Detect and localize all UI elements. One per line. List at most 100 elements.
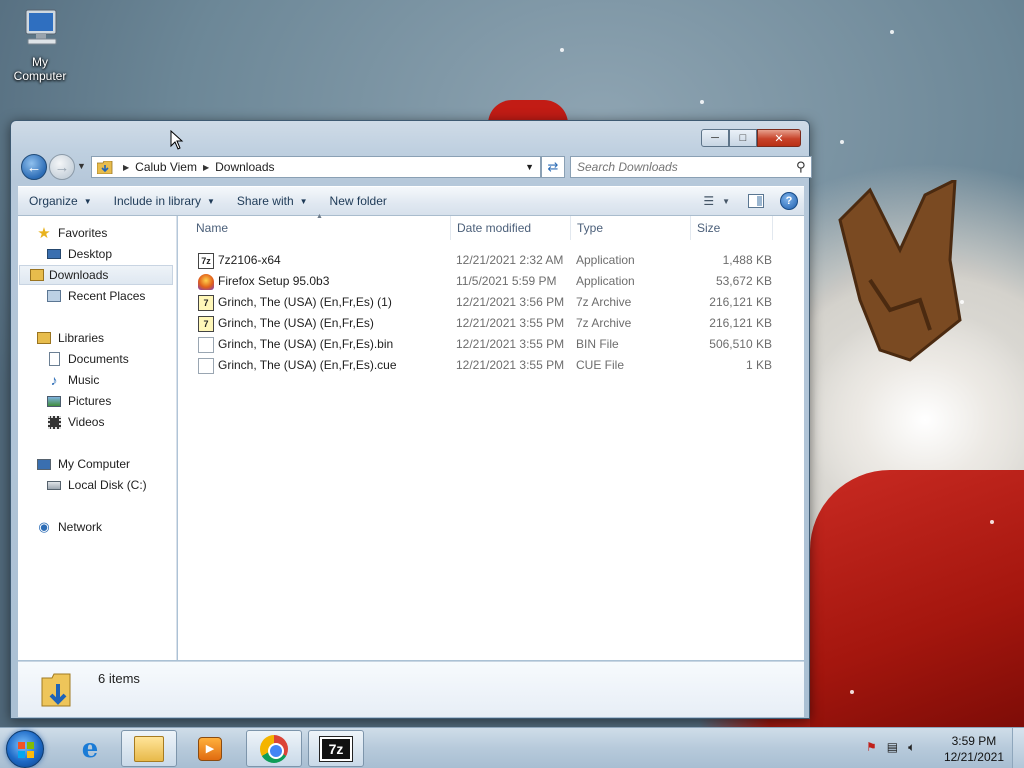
downloads-icon (29, 267, 45, 283)
include-in-library-button[interactable]: Include in library ▼ (103, 194, 226, 208)
refresh-button[interactable]: ⇄ (541, 156, 565, 178)
column-divider[interactable] (570, 216, 571, 240)
new-folder-button[interactable]: New folder (319, 194, 398, 208)
recent-pages-dropdown-icon[interactable]: ▼ (77, 161, 86, 171)
organize-button[interactable]: Organize ▼ (18, 194, 103, 208)
wallpaper-red-coat (810, 470, 1024, 730)
taskbar-media-player[interactable]: ▶ (182, 730, 238, 767)
help-icon[interactable]: ? (780, 192, 798, 210)
desktop-icon (46, 246, 62, 262)
column-type[interactable]: Type (577, 221, 603, 235)
action-center-flag-icon[interactable]: ⚑ (866, 740, 877, 755)
libraries-icon (36, 330, 52, 346)
forward-button[interactable]: → (49, 154, 75, 180)
taskbar-internet-explorer[interactable]: e (62, 730, 118, 767)
internet-explorer-icon: e (81, 733, 99, 764)
file-type: 7z Archive (576, 295, 632, 309)
file-row[interactable]: 7z 7z2106-x64 12/21/2021 2:32 AM Applica… (190, 249, 790, 270)
column-date-modified[interactable]: Date modified (457, 221, 531, 235)
clock[interactable]: 3:59 PM 12/21/2021 (944, 733, 1004, 765)
nav-pictures[interactable]: Pictures (46, 391, 111, 411)
snowflake (890, 30, 894, 34)
chevron-down-icon: ▼ (207, 196, 215, 206)
7z-archive-icon: 7 (198, 295, 214, 311)
item-count: 6 items (98, 671, 140, 686)
taskbar-windows-explorer[interactable] (121, 730, 177, 767)
back-button[interactable]: ← (21, 154, 47, 180)
change-view-button[interactable]: ☰ ▼ (703, 194, 730, 208)
file-row[interactable]: 7 Grinch, The (USA) (En,Fr,Es) (1) 12/21… (190, 291, 790, 312)
file-row[interactable]: Grinch, The (USA) (En,Fr,Es).bin 12/21/2… (190, 333, 790, 354)
windows-explorer-icon (134, 735, 164, 762)
file-date: 12/21/2021 3:55 PM (456, 358, 565, 372)
search-box: ⚲ (570, 156, 812, 178)
taskbar-chrome[interactable] (246, 730, 302, 767)
search-input[interactable] (577, 160, 792, 174)
breadcrumb-arrow-icon[interactable]: ▶ (203, 163, 209, 172)
breadcrumb-user[interactable]: Calub Viem (135, 160, 197, 174)
nav-favorites[interactable]: ★ Favorites (36, 223, 107, 243)
nav-local-disk[interactable]: Local Disk (C:) (46, 475, 147, 495)
column-size[interactable]: Size (697, 221, 720, 235)
nav-recent-places-label: Recent Places (68, 289, 146, 303)
caption-buttons: ─ □ ✕ (701, 129, 801, 147)
column-divider[interactable] (450, 216, 451, 240)
file-type: CUE File (576, 358, 625, 372)
taskbar-7zip[interactable]: 7z (308, 730, 364, 767)
firefox-setup-icon (198, 274, 214, 290)
nav-music[interactable]: ♪ Music (46, 370, 100, 390)
chevron-down-icon: ▼ (299, 196, 308, 206)
nav-documents[interactable]: Documents (46, 349, 129, 369)
desktop-my-computer[interactable]: My Computer (4, 6, 76, 83)
breadcrumb-arrow-icon[interactable]: ▶ (123, 163, 129, 172)
videos-icon (46, 414, 62, 430)
star-icon: ★ (37, 225, 51, 242)
chevron-down-icon: ▼ (83, 196, 92, 206)
nav-videos[interactable]: Videos (46, 412, 104, 432)
nav-network[interactable]: ◉ Network (36, 517, 102, 537)
column-divider[interactable] (690, 216, 691, 240)
network-tray-icon[interactable]: ▤ (887, 740, 898, 755)
chevron-down-icon: ▼ (722, 196, 730, 206)
show-desktop-button[interactable] (1012, 728, 1024, 768)
clock-date: 12/21/2021 (943, 750, 1004, 764)
nav-my-computer[interactable]: My Computer (36, 454, 130, 474)
file-size: 1 KB (745, 358, 772, 372)
clock-time: 3:59 PM (951, 734, 997, 748)
share-with-button[interactable]: Share with ▼ (226, 194, 319, 208)
include-in-library-label: Include in library (113, 194, 201, 208)
start-button[interactable] (6, 730, 44, 768)
file-row[interactable]: Grinch, The (USA) (En,Fr,Es).cue 12/21/2… (190, 354, 790, 375)
column-divider[interactable] (772, 216, 773, 240)
nav-libraries[interactable]: Libraries (36, 328, 104, 348)
address-dropdown-icon[interactable]: ▼ (525, 162, 534, 172)
nav-desktop[interactable]: Desktop (46, 244, 112, 264)
breadcrumb-downloads[interactable]: Downloads (215, 160, 274, 174)
nav-recent-places[interactable]: Recent Places (46, 286, 145, 306)
view-details-icon: ☰ (703, 194, 715, 208)
close-button[interactable]: ✕ (757, 129, 801, 147)
file-size: 53,672 KB (715, 274, 772, 288)
volume-icon[interactable]: 🔈︎ (908, 740, 915, 755)
7zip-icon: 7z (319, 735, 353, 762)
file-row[interactable]: 7 Grinch, The (USA) (En,Fr,Es) 12/21/202… (190, 312, 790, 333)
minimize-button[interactable]: ─ (701, 129, 729, 147)
snowflake (560, 48, 564, 52)
nav-downloads[interactable]: Downloads (19, 265, 173, 285)
preview-pane-icon[interactable] (748, 194, 764, 208)
file-date: 12/21/2021 3:56 PM (456, 295, 565, 309)
column-name[interactable]: Name (196, 221, 228, 235)
address-bar[interactable]: ▶ Calub Viem ▶ Downloads ▼ (91, 156, 541, 178)
music-icon: ♪ (50, 372, 58, 388)
maximize-button[interactable]: □ (729, 129, 757, 147)
new-folder-label: New folder (329, 194, 387, 208)
file-name: Grinch, The (USA) (En,Fr,Es) (1) (218, 295, 392, 309)
file-date: 12/21/2021 2:32 AM (456, 253, 564, 267)
file-list: Name ▲ Date modified Type Size 7z 7z2106… (178, 213, 804, 660)
nav-desktop-label: Desktop (68, 247, 113, 261)
file-size: 216,121 KB (709, 295, 772, 309)
file-row[interactable]: Firefox Setup 95.0b3 11/5/2021 5:59 PM A… (190, 270, 790, 291)
nav-local-disk-label: Local Disk (C:) (68, 478, 147, 492)
network-icon: ◉ (38, 519, 50, 534)
search-icon[interactable]: ⚲ (796, 159, 806, 175)
